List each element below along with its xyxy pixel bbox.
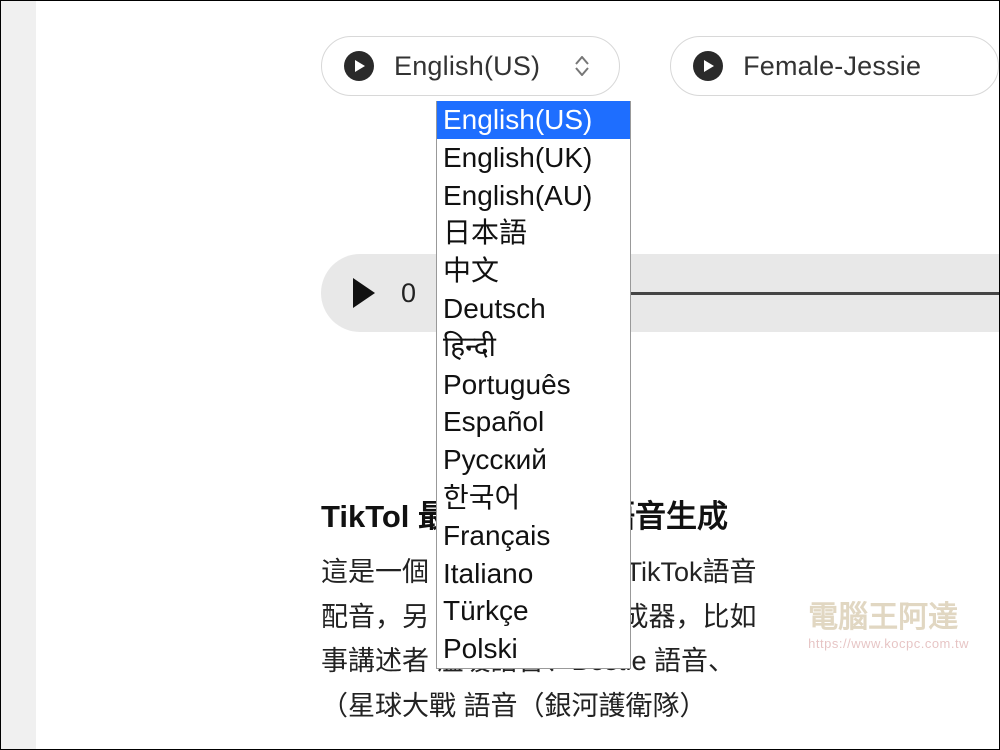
language-option[interactable]: Polski (437, 630, 630, 668)
chevron-up-down-icon (573, 55, 591, 77)
audio-time: 0 (401, 278, 421, 309)
play-circle-icon (693, 51, 723, 81)
article-line: 這是一個 語音技術開發的TikTok語音 (321, 550, 999, 595)
voice-selected-label: Female-Jessie (743, 51, 921, 82)
article-line: （星球大戰 語音（銀河護衛隊） (321, 684, 999, 729)
language-option[interactable]: English(US) (437, 101, 630, 139)
language-option[interactable]: English(UK) (437, 139, 630, 177)
language-option[interactable]: 中文 (437, 252, 630, 290)
article-line: 配音，另 的TikTok語音生成器，比如 (321, 595, 999, 640)
language-option[interactable]: Français (437, 517, 630, 555)
language-option[interactable]: 日本語 (437, 214, 630, 252)
language-dropdown[interactable]: English(US) (321, 36, 620, 96)
language-option[interactable]: 한국어 (437, 479, 630, 517)
language-option[interactable]: Italiano (437, 555, 630, 593)
article-line: 事講述者 溫暖語音、Bestie 語音、 (321, 639, 999, 684)
article: TikTol 最好的文字轉語音生成 這是一個 語音技術開發的TikTok語音 配… (321, 491, 999, 728)
article-heading: TikTol 最好的文字轉語音生成 (321, 491, 999, 536)
language-option[interactable]: Türkçe (437, 592, 630, 630)
language-option[interactable]: Español (437, 403, 630, 441)
voice-dropdown[interactable]: Female-Jessie (670, 36, 999, 96)
window-frame: English(US) Female-Jessie English(US)Eng… (0, 0, 1000, 750)
language-option[interactable]: Português (437, 366, 630, 404)
play-circle-icon (344, 51, 374, 81)
left-gutter (1, 1, 36, 749)
language-option[interactable]: Русский (437, 441, 630, 479)
language-option[interactable]: English(AU) (437, 177, 630, 215)
audio-player: 0 (321, 254, 999, 332)
language-option[interactable]: हिन्दी (437, 328, 630, 366)
language-dropdown-listbox[interactable]: English(US)English(UK)English(AU)日本語中文De… (436, 101, 631, 669)
language-option[interactable]: Deutsch (437, 290, 630, 328)
content-area: English(US) Female-Jessie English(US)Eng… (36, 1, 999, 749)
play-icon[interactable] (353, 278, 375, 308)
selector-row: English(US) Female-Jessie (321, 31, 999, 101)
language-selected-label: English(US) (394, 51, 555, 82)
